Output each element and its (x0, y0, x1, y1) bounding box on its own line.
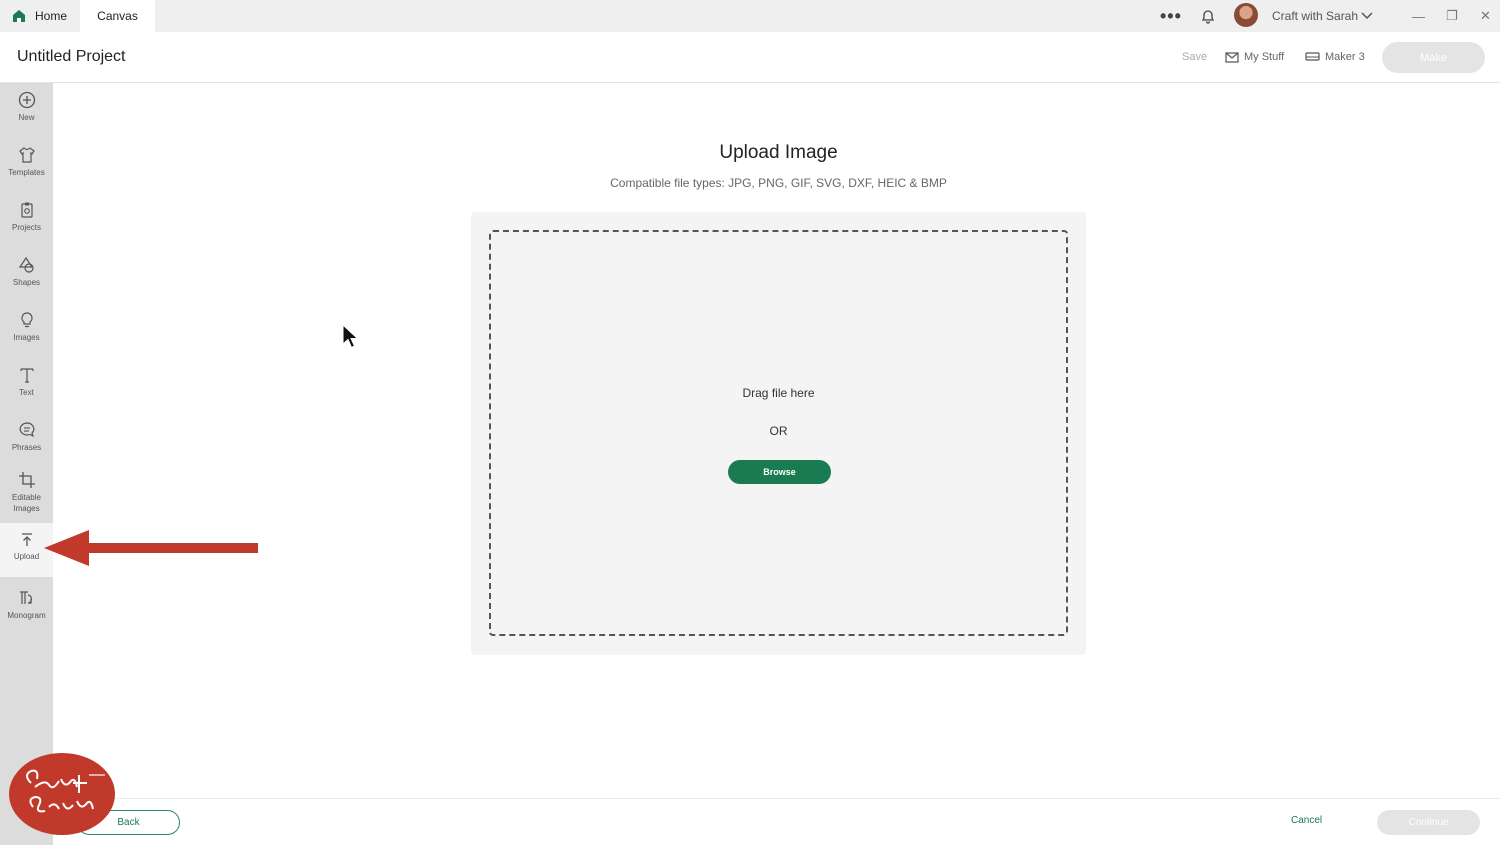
sidebar-item-label: Monogram (7, 611, 46, 620)
envelope-icon (1225, 51, 1239, 63)
title-bar: Home Canvas ••• Craft with Sarah — ❐ ✕ (0, 0, 1500, 32)
sidebar-item-label: Projects (12, 223, 41, 232)
continue-button[interactable]: Continue (1377, 810, 1480, 835)
sidebar-item-new[interactable]: New (0, 91, 53, 137)
my-stuff-label: My Stuff (1244, 51, 1285, 63)
cancel-button[interactable]: Cancel (1291, 815, 1322, 826)
upload-panel: Drag file here OR Browse (471, 212, 1086, 655)
sidebar-item-editable-images[interactable]: Editable Images (0, 471, 53, 523)
minimize-icon: — (1412, 8, 1425, 24)
machine-label: Maker 3 (1325, 51, 1365, 63)
sidebar-item-shapes[interactable]: Shapes (0, 256, 53, 302)
sidebar-item-label: Phrases (11, 443, 42, 452)
maximize-icon: ❐ (1446, 8, 1458, 23)
sidebar: New Templates Projects Shapes Images Tex… (0, 83, 53, 845)
text-icon (19, 368, 34, 383)
tab-canvas[interactable]: Canvas (80, 0, 155, 32)
upload-icon (21, 533, 32, 546)
sidebar-item-text[interactable]: Text (0, 366, 53, 412)
plus-circle-icon (18, 91, 35, 109)
sidebar-item-images[interactable]: Images (0, 311, 53, 357)
save-button[interactable]: Save (1182, 51, 1207, 63)
sidebar-item-phrases[interactable]: Phrases (0, 421, 53, 467)
machine-selector[interactable]: Maker 3 (1305, 51, 1365, 63)
sidebar-item-monogram[interactable]: Monogram (0, 589, 53, 635)
sidebar-item-label: Images (13, 333, 40, 342)
user-name[interactable]: Craft with Sarah (1272, 0, 1358, 32)
monogram-icon (19, 591, 32, 604)
crop-icon (18, 472, 35, 488)
projects-icon (20, 202, 33, 218)
sidebar-item-label: Editable Images (12, 493, 41, 513)
avatar[interactable] (1234, 3, 1258, 27)
close-button[interactable]: ✕ (1480, 0, 1491, 32)
file-types-text: Compatible file types: JPG, PNG, GIF, SV… (610, 176, 947, 190)
project-title[interactable]: Untitled Project (17, 48, 126, 66)
more-options-button[interactable]: ••• (1160, 0, 1182, 32)
sidebar-item-label: Upload (13, 552, 40, 561)
more-icon: ••• (1160, 5, 1182, 26)
logo-script-icon (26, 769, 105, 813)
chevron-down-icon (1361, 12, 1373, 20)
footer-bar: Back Cancel Continue (53, 798, 1500, 845)
shapes-icon (18, 256, 34, 273)
my-stuff-button[interactable]: My Stuff (1225, 51, 1284, 63)
page-title: Upload Image (719, 142, 838, 163)
close-icon: ✕ (1480, 8, 1491, 23)
tab-home[interactable]: Home (0, 0, 80, 32)
drag-file-text: Drag file here (742, 386, 815, 400)
machine-icon (1305, 52, 1320, 61)
drop-zone[interactable]: Drag file here OR Browse (489, 230, 1068, 636)
sidebar-item-label: Shapes (12, 278, 41, 287)
tab-canvas-label: Canvas (97, 9, 138, 23)
notifications-button[interactable] (1200, 0, 1216, 32)
account-dropdown[interactable] (1360, 0, 1374, 32)
speech-bubble-icon (19, 422, 34, 438)
craft-with-sarah-logo (9, 753, 115, 835)
make-button[interactable]: Make (1382, 42, 1485, 73)
home-icon (13, 10, 25, 22)
arrow-annotation-icon (44, 530, 258, 566)
sidebar-item-label: Text (19, 388, 34, 397)
or-text: OR (769, 424, 788, 438)
maximize-button[interactable]: ❐ (1446, 0, 1458, 32)
browse-button[interactable]: Browse (728, 460, 831, 484)
tab-home-label: Home (35, 9, 68, 23)
minimize-button[interactable]: — (1412, 0, 1425, 32)
sidebar-item-projects[interactable]: Projects (0, 201, 53, 247)
mouse-cursor-icon (342, 324, 359, 349)
lightbulb-icon (20, 312, 33, 328)
bell-icon (1201, 10, 1215, 24)
sidebar-item-label: New (18, 113, 35, 122)
project-header: Untitled Project Save My Stuff Maker 3 M… (0, 32, 1500, 83)
